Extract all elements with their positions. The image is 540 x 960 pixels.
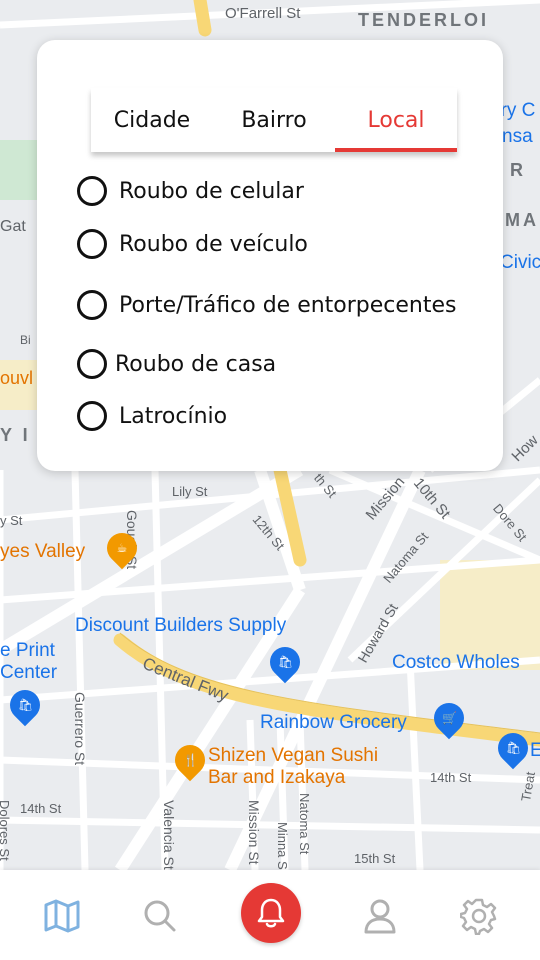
map-label-natoma-bottom: Natoma St [297, 793, 312, 855]
map-label-print-center-1[interactable]: e Print [0, 640, 55, 662]
map-label-ouvl: ouvl [0, 368, 34, 388]
map-label-civic: Civic [500, 252, 540, 273]
map-label-guerrero: Guerrero St [72, 692, 88, 766]
map-label-lily: Lily St [172, 484, 208, 499]
option-trafico[interactable]: Porte/Tráfico de entorpecentes [77, 290, 457, 320]
option-latrocinio[interactable]: Latrocínio [77, 401, 227, 431]
radio-button[interactable] [77, 401, 107, 431]
map-label-fourteenth-left: 14th St [20, 801, 62, 816]
map-label-dolores: Dolores St [0, 800, 12, 861]
radio-button[interactable] [77, 176, 107, 206]
radio-button[interactable] [77, 349, 107, 379]
map-label-hayes-valley: yes Valley [0, 541, 86, 562]
option-label: Roubo de celular [119, 178, 304, 204]
option-roubo-celular[interactable]: Roubo de celular [77, 176, 304, 206]
alert-button[interactable] [241, 883, 301, 943]
tab-cidade[interactable]: Cidade [91, 88, 213, 152]
option-roubo-casa[interactable]: Roubo de casa [77, 349, 276, 379]
map-label-e: E [530, 740, 540, 761]
map-label-rainbow[interactable]: Rainbow Grocery [260, 712, 407, 734]
bell-icon [257, 898, 285, 928]
tab-local[interactable]: Local [335, 88, 457, 152]
search-icon [144, 900, 176, 932]
map-label-nsa: nsa [502, 126, 533, 147]
map-label-yi: Y I [0, 425, 31, 445]
map-icon [44, 899, 80, 933]
map-label-ofarrell: O'Farrell St [225, 5, 301, 22]
map-label-shizen-2[interactable]: Bar and Izakaya [208, 767, 345, 789]
map-label-ma: MA [505, 210, 539, 230]
radio-button[interactable] [77, 290, 107, 320]
map-label-r: R [510, 160, 526, 180]
filter-tabs: Cidade Bairro Local [91, 88, 457, 152]
map-label-discount-builders[interactable]: Discount Builders Supply [75, 615, 286, 637]
nav-settings[interactable] [455, 892, 503, 940]
map-label-valencia: Valencia St [161, 800, 177, 870]
nav-map[interactable] [38, 892, 86, 940]
nav-profile[interactable] [356, 892, 404, 940]
map-label-ys: y St [0, 513, 23, 528]
option-label: Roubo de casa [115, 351, 277, 377]
map-label-gat: Gat [0, 218, 26, 235]
map-label-shizen-1[interactable]: Shizen Vegan Sushi [208, 745, 378, 767]
map-label-bi: Bi [20, 333, 31, 347]
map-label-tenderloin: TENDERLOI [358, 10, 490, 30]
radio-button[interactable] [77, 229, 107, 259]
option-label: Latrocínio [119, 403, 228, 429]
crime-filter-card: Cidade Bairro Local Roubo de celular Rou… [37, 40, 503, 471]
tab-bairro[interactable]: Bairro [213, 88, 335, 152]
option-roubo-veiculo[interactable]: Roubo de veículo [77, 229, 308, 259]
option-label: Porte/Tráfico de entorpecentes [119, 292, 457, 318]
gear-icon [460, 898, 497, 935]
nav-search[interactable] [136, 892, 184, 940]
user-icon [364, 899, 396, 934]
option-label: Roubo de veículo [119, 231, 308, 257]
bottom-navigation [0, 870, 540, 960]
map-label-fourteenth-right: 14th St [430, 770, 472, 785]
map-label-print-center-2[interactable]: Center [0, 662, 57, 684]
map-label-mission-st: Mission St [246, 800, 262, 865]
map-label-minna: Minna St [275, 822, 290, 870]
map-label-costco[interactable]: Costco Wholes [392, 652, 520, 674]
map-label-fifteenth: 15th St [354, 851, 396, 866]
